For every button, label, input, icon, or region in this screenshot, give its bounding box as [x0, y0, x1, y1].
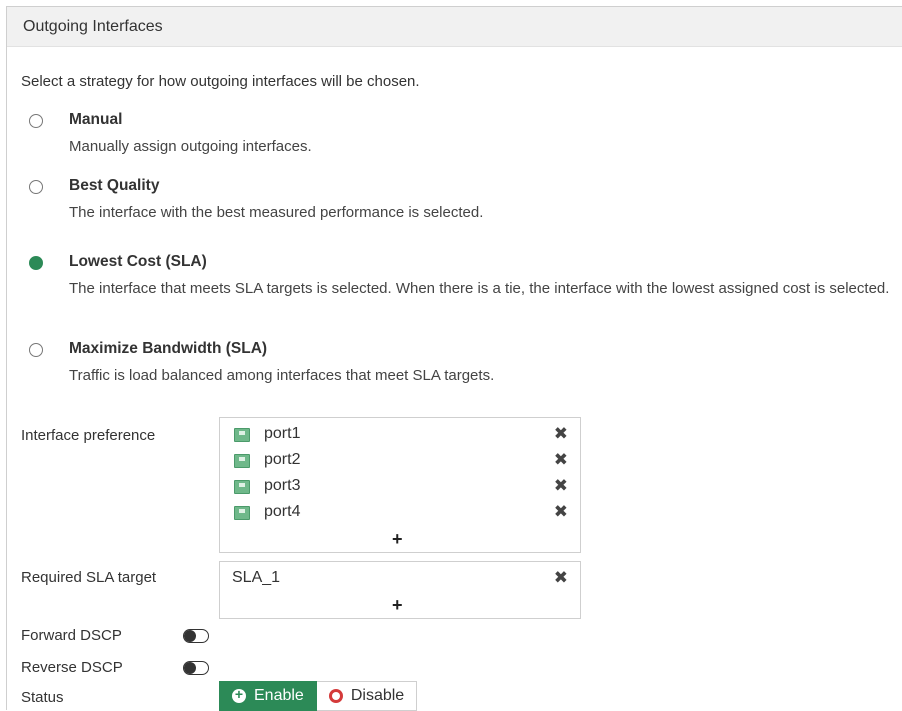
list-item: SLA_1 ✖ [220, 566, 580, 592]
forward-dscp-toggle[interactable] [183, 629, 209, 643]
section-header: Outgoing Interfaces [7, 7, 902, 47]
list-item: port4 ✖ [220, 500, 580, 526]
port-icon [234, 428, 250, 442]
close-icon[interactable]: ✖ [554, 425, 568, 443]
strategy-description: The interface with the best measured per… [69, 204, 484, 221]
disable-button[interactable]: Disable [316, 681, 418, 711]
list-item: port1 ✖ [220, 422, 580, 448]
radio-manual[interactable] [29, 114, 43, 128]
stop-circle-icon [328, 689, 343, 703]
status-label: Status [21, 689, 64, 706]
sla-target-list[interactable]: SLA_1 ✖ + [219, 561, 581, 619]
interface-preference-list[interactable]: port1 ✖ port2 ✖ port3 ✖ port4 ✖ + [219, 417, 581, 553]
radio-best-quality[interactable] [29, 180, 43, 194]
forward-dscp-label: Forward DSCP [21, 627, 122, 644]
list-item: port2 ✖ [220, 448, 580, 474]
plus-icon[interactable]: + [392, 530, 403, 548]
outgoing-interfaces-panel: Outgoing Interfaces Select a strategy fo… [6, 6, 902, 711]
close-icon[interactable]: ✖ [554, 503, 568, 521]
disable-label: Disable [350, 687, 405, 704]
radio-lowest-cost[interactable] [29, 256, 43, 270]
port-icon [234, 480, 250, 494]
toggle-knob [184, 661, 196, 674]
strategy-description: Manually assign outgoing interfaces. [69, 138, 312, 155]
strategy-intro: Select a strategy for how outgoing inter… [21, 73, 420, 90]
close-icon[interactable]: ✖ [554, 569, 568, 587]
port-label: port4 [264, 503, 301, 520]
close-icon[interactable]: ✖ [554, 451, 568, 469]
strategy-description: Traffic is load balanced among interface… [69, 367, 495, 384]
strategy-description: The interface that meets SLA targets is … [69, 280, 890, 297]
port-icon [234, 454, 250, 468]
port-icon [234, 506, 250, 520]
close-icon[interactable]: ✖ [554, 477, 568, 495]
reverse-dscp-label: Reverse DSCP [21, 659, 123, 676]
status-toggle-group: Enable Disable [219, 681, 418, 711]
sla-item-label: SLA_1 [232, 569, 281, 586]
port-label: port3 [264, 477, 301, 494]
plus-circle-icon [232, 686, 246, 703]
list-item: port3 ✖ [220, 474, 580, 500]
enable-label: Enable [254, 687, 304, 704]
sla-target-label: Required SLA target [21, 569, 157, 586]
strategy-title: Maximize Bandwidth (SLA) [69, 340, 268, 357]
plus-icon[interactable]: + [392, 596, 403, 614]
enable-button[interactable]: Enable [219, 681, 317, 711]
strategy-title: Lowest Cost (SLA) [69, 253, 207, 270]
strategy-title: Best Quality [69, 177, 160, 194]
reverse-dscp-toggle[interactable] [183, 661, 209, 675]
port-label: port2 [264, 451, 301, 468]
port-label: port1 [264, 425, 301, 442]
toggle-knob [184, 629, 196, 642]
radio-maximize-bandwidth[interactable] [29, 343, 43, 357]
strategy-title: Manual [69, 111, 123, 128]
interface-preference-label: Interface preference [21, 427, 156, 444]
